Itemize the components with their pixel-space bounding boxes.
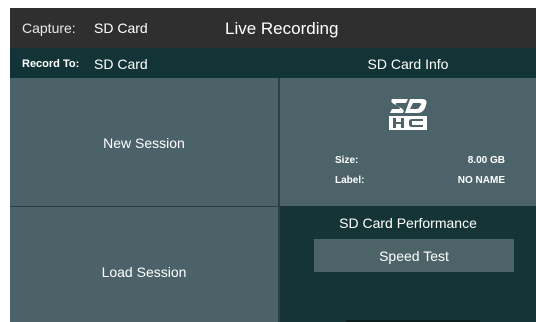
capture-value[interactable]: SD Card	[94, 20, 148, 36]
sd-card-performance-panel: SD Card Performance Speed Test	[280, 206, 536, 322]
label-value: NO NAME	[457, 175, 505, 186]
size-value: 8.00 GB	[467, 155, 505, 166]
record-to-label: Record To:	[22, 58, 80, 70]
new-session-label: New Session	[103, 134, 185, 151]
page-title: Live Recording	[225, 19, 339, 38]
load-session-button[interactable]: Load Session	[10, 207, 278, 322]
capture-label: Capture:	[22, 20, 76, 36]
live-recording-window: Capture: SD Card Live Recording Record T…	[10, 8, 536, 322]
size-label: Size:	[335, 155, 359, 166]
speed-test-button[interactable]: Speed Test	[314, 239, 514, 272]
label-label: Label:	[335, 175, 365, 186]
record-to-bar: Record To: SD Card SD Card Info	[10, 48, 536, 78]
new-session-button[interactable]: New Session	[10, 79, 278, 207]
sd-card-info-panel: Size: 8.00 GB Label: NO NAME	[280, 78, 536, 206]
speed-test-label: Speed Test	[379, 247, 449, 264]
sdhc-logo-icon	[389, 99, 427, 130]
sd-card-performance-title: SD Card Performance	[339, 215, 477, 231]
record-to-value[interactable]: SD Card	[94, 56, 148, 72]
top-bar: Capture: SD Card Live Recording	[10, 8, 536, 48]
sd-card-info-title: SD Card Info	[367, 56, 449, 72]
load-session-label: Load Session	[101, 264, 187, 280]
